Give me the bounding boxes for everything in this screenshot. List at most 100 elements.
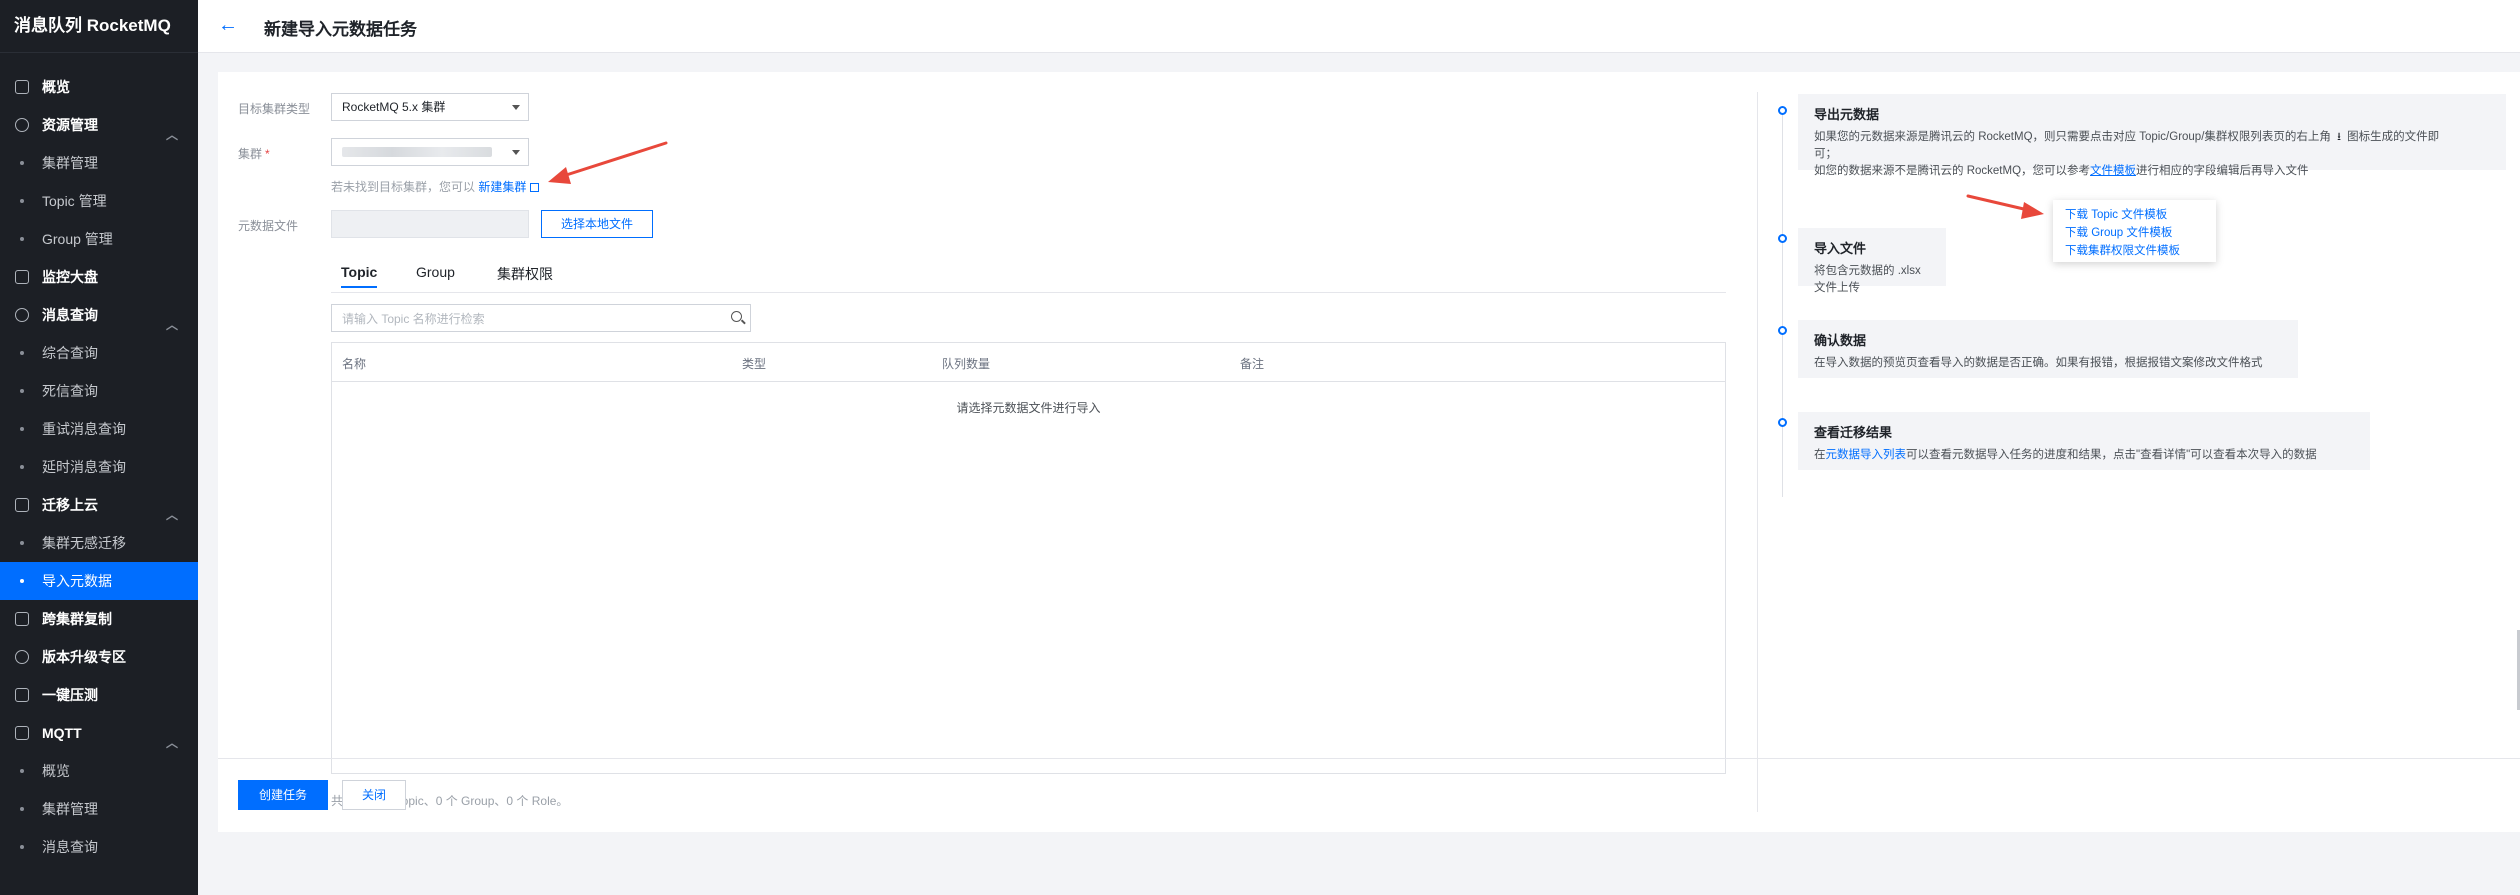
sidebar-item-label: Topic 管理	[42, 193, 107, 209]
sidebar-item-resource-management[interactable]: 资源管理 ︿	[0, 106, 198, 144]
sidebar-item-mqtt-cluster-management[interactable]: 集群管理	[0, 790, 198, 828]
download-icon: ⭳	[2337, 131, 2341, 143]
step-upload-file: 导入文件 将包含元数据的 .xlsx 文件上传	[1798, 228, 1946, 294]
bullet-icon	[20, 237, 24, 241]
dashboard-icon	[15, 270, 29, 284]
create-cluster-hint: 若未找到目标集群，您可以 新建集群	[331, 178, 540, 195]
step-title: 导出元数据	[1814, 107, 1880, 122]
footer-divider	[218, 758, 2520, 759]
tab-group[interactable]: Group	[416, 264, 455, 286]
step-desc-text: 在	[1814, 449, 1826, 461]
sidebar-item-retry-message-query[interactable]: 重试消息查询	[0, 410, 198, 448]
sidebar-item-overview[interactable]: 概览	[0, 68, 198, 106]
sidebar-item-label: 版本升级专区	[42, 649, 126, 665]
download-topic-template-link[interactable]: 下载 Topic 文件模板	[2065, 206, 2216, 224]
brand-title: 消息队列 RocketMQ	[0, 0, 198, 53]
sidebar-item-comprehensive-query[interactable]: 综合查询	[0, 334, 198, 372]
download-cluster-permission-template-link[interactable]: 下载集群权限文件模板	[2065, 242, 2216, 260]
hint-prefix: 若未找到目标集群，您可以	[331, 180, 476, 194]
column-type: 类型	[742, 357, 767, 371]
download-group-template-link[interactable]: 下载 Group 文件模板	[2065, 224, 2216, 242]
table-empty-state: 请选择元数据文件进行导入	[956, 401, 1101, 415]
sidebar-item-label: 集群管理	[42, 801, 98, 817]
step-description: 在元数据导入列表可以查看元数据导入任务的进度和结果，点击"查看详情"可以查看本次…	[1814, 447, 2354, 464]
bullet-icon	[20, 541, 24, 545]
metadata-file-label: 元数据文件	[238, 219, 299, 233]
arrow-left-icon[interactable]: ←	[218, 14, 238, 36]
template-download-popup: 下载 Topic 文件模板 下载 Group 文件模板 下载集群权限文件模板	[2053, 200, 2216, 262]
create-task-button[interactable]: 创建任务	[238, 780, 328, 810]
copy-icon	[15, 612, 29, 626]
select-local-file-button[interactable]: 选择本地文件	[541, 210, 653, 238]
metadata-file-input[interactable]	[331, 210, 529, 238]
step-desc-text: 图标生成的文件即	[2347, 131, 2440, 143]
sidebar-item-label: 重试消息查询	[42, 421, 126, 437]
sidebar-item-version-upgrade[interactable]: 版本升级专区	[0, 638, 198, 676]
sidebar-item-label: 跨集群复制	[42, 611, 112, 627]
bullet-icon	[20, 389, 24, 393]
step-title: 查看迁移结果	[1814, 425, 1893, 440]
step-description: 在导入数据的预览页查看导入的数据是否正确。如果有报错，根据报错文案修改文件格式	[1814, 357, 2263, 369]
shield-icon	[15, 650, 29, 664]
sidebar-item-dead-letter-query[interactable]: 死信查询	[0, 372, 198, 410]
grid-icon	[15, 80, 29, 94]
sidebar-item-seamless-migration[interactable]: 集群无感迁移	[0, 524, 198, 562]
sidebar-item-cluster-management[interactable]: 集群管理	[0, 144, 198, 182]
tab-topic[interactable]: Topic	[341, 264, 378, 288]
step-connector	[1782, 332, 1783, 497]
cluster-type-select[interactable]: RocketMQ 5.x 集群	[331, 93, 529, 121]
bullet-icon	[20, 845, 24, 849]
sidebar-item-mqtt-overview[interactable]: 概览	[0, 752, 198, 790]
step-desc-text: 进行相应的字段编辑后再导入文件	[2136, 165, 2309, 177]
topic-search-input[interactable]	[340, 306, 724, 332]
sidebar-item-delay-message-query[interactable]: 延时消息查询	[0, 448, 198, 486]
step-marker	[1778, 234, 1787, 243]
sidebar-item-message-query[interactable]: 消息查询 ︿	[0, 296, 198, 334]
sidebar-item-monitoring-dashboard[interactable]: 监控大盘	[0, 258, 198, 296]
required-mark: *	[265, 147, 270, 161]
sidebar-item-cross-cluster-replication[interactable]: 跨集群复制	[0, 600, 198, 638]
sidebar-item-stress-test[interactable]: 一键压测	[0, 676, 198, 714]
bullet-icon	[20, 579, 24, 583]
sidebar-item-label: 概览	[42, 79, 70, 95]
search-icon[interactable]	[731, 311, 742, 322]
sidebar-item-mqtt[interactable]: MQTT ︿	[0, 714, 198, 752]
create-cluster-link[interactable]: 新建集群	[478, 180, 526, 194]
bullet-icon	[20, 769, 24, 773]
file-template-link[interactable]: 文件模板	[2090, 165, 2136, 177]
step-description: 如果您的元数据来源是腾讯云的 RocketMQ，则只需要点击对应 Topic/G…	[1814, 129, 2490, 180]
tab-cluster-permissions[interactable]: 集群权限	[497, 264, 553, 290]
sidebar-item-label: 概览	[42, 763, 70, 779]
step-export-metadata: 导出元数据 如果您的元数据来源是腾讯云的 RocketMQ，则只需要点击对应 T…	[1798, 94, 2506, 177]
topic-search	[331, 304, 751, 332]
metadata-import-list-link[interactable]: 元数据导入列表	[1826, 449, 1907, 461]
caret-down-icon	[512, 150, 520, 155]
metadata-tabs: Topic Group 集群权限	[331, 264, 1726, 293]
external-link-icon[interactable]	[530, 183, 540, 192]
sidebar-item-label: 综合查询	[42, 345, 98, 361]
step-desc-text: 可；	[1814, 148, 1837, 160]
step-confirm-data: 确认数据 在导入数据的预览页查看导入的数据是否正确。如果有报错，根据报错文案修改…	[1798, 320, 2298, 378]
bullet-icon	[20, 161, 24, 165]
sidebar-item-mqtt-message-query[interactable]: 消息查询	[0, 828, 198, 866]
globe-icon	[15, 118, 29, 132]
sidebar-item-label: 死信查询	[42, 383, 98, 399]
sidebar-item-import-metadata[interactable]: 导入元数据	[0, 562, 198, 600]
sidebar-item-label: 延时消息查询	[42, 459, 126, 475]
main-card: 目标集群类型 RocketMQ 5.x 集群 集群 * 若未找到目标集群，您可以 …	[218, 72, 2520, 832]
sidebar-item-topic-management[interactable]: Topic 管理	[0, 182, 198, 220]
cluster-label: 集群 *	[238, 145, 270, 162]
caret-down-icon	[512, 105, 520, 110]
cluster-select[interactable]	[331, 138, 529, 166]
sidebar-item-label: MQTT	[42, 725, 82, 741]
sidebar-item-label: 监控大盘	[42, 269, 98, 285]
sidebar-item-group-management[interactable]: Group 管理	[0, 220, 198, 258]
step-title: 导入文件	[1814, 241, 1867, 256]
close-button[interactable]: 关闭	[342, 780, 406, 810]
table-header: 名称 类型 队列数量 备注	[332, 343, 1725, 382]
sidebar-item-label: 集群无感迁移	[42, 535, 126, 551]
sidebar-item-label: 消息查询	[42, 839, 98, 855]
sidebar-item-label: 一键压测	[42, 687, 98, 703]
sidebar-item-cloud-migration[interactable]: 迁移上云 ︿	[0, 486, 198, 524]
mqtt-icon	[15, 726, 29, 740]
